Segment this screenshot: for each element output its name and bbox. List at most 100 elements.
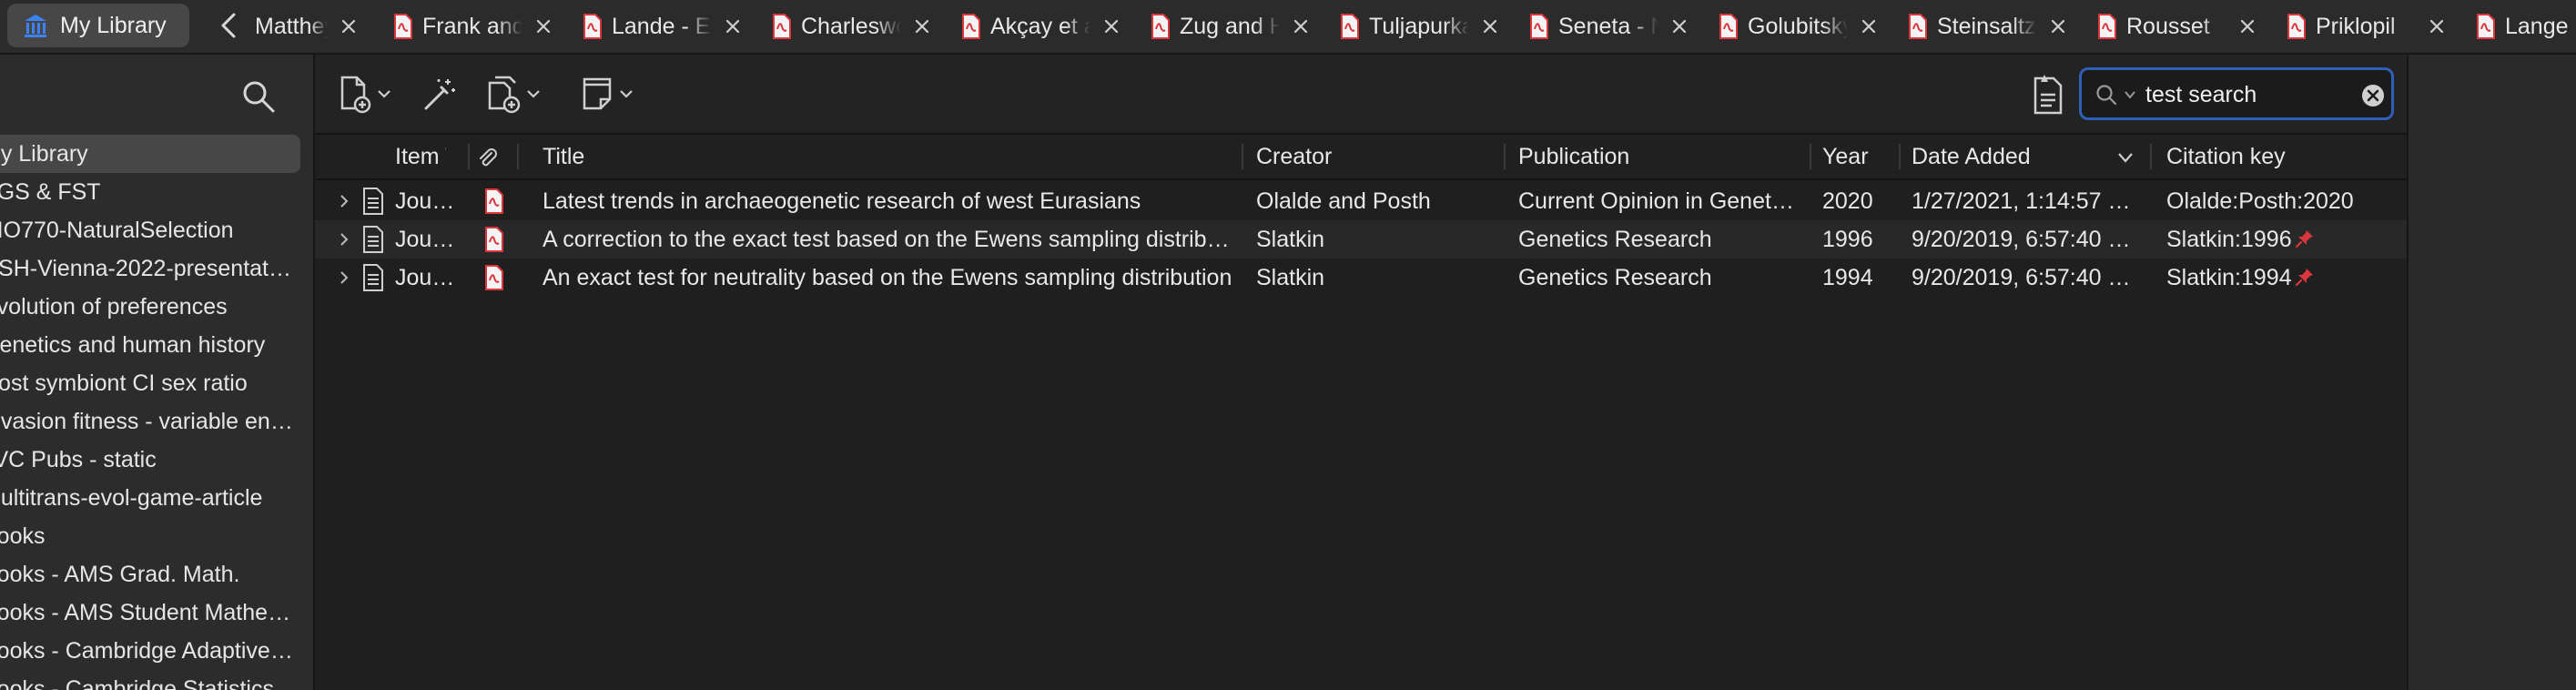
pdf-icon bbox=[962, 14, 980, 39]
column-header-publication[interactable]: Publication bbox=[1518, 135, 1791, 178]
cell-year: 1996 bbox=[1822, 227, 1873, 252]
note-icon bbox=[583, 77, 612, 110]
pin-icon[interactable] bbox=[2294, 228, 2316, 249]
reader-tab[interactable]: Rousset bbox=[2097, 0, 2285, 53]
reader-tab[interactable]: Steinsaltz bbox=[1908, 0, 2095, 53]
chevron-left-icon[interactable] bbox=[211, 7, 248, 44]
collection-item[interactable]: Books - AMS Grad. Math. bbox=[0, 555, 293, 594]
close-icon[interactable] bbox=[535, 18, 552, 35]
cell-date-added: 9/20/2019, 6:57:40 PM bbox=[1912, 227, 2139, 252]
column-divider[interactable] bbox=[1504, 144, 1506, 169]
reader-tab[interactable]: Zug and Ha bbox=[1151, 0, 1338, 53]
pdf-icon[interactable] bbox=[484, 265, 504, 290]
column-divider[interactable] bbox=[1899, 144, 1901, 169]
collection-item[interactable]: Host symbiont CI sex ratio bbox=[0, 364, 293, 402]
cell-citation-key: Slatkin:1994 bbox=[2166, 259, 2394, 297]
reader-tab[interactable]: Frank and bbox=[393, 0, 581, 53]
pdf-icon bbox=[583, 14, 602, 39]
column-divider[interactable] bbox=[468, 144, 470, 169]
paperclip-icon[interactable] bbox=[475, 146, 499, 169]
new-note-button[interactable] bbox=[579, 73, 634, 115]
column-header-item-type[interactable]: Item Type bbox=[395, 135, 446, 178]
search-input[interactable] bbox=[2145, 79, 2346, 110]
table-row[interactable]: Journal Article A correction to the exac… bbox=[315, 220, 2407, 259]
close-icon[interactable] bbox=[2050, 18, 2066, 35]
collection-item[interactable]: Evolution of preferences bbox=[0, 288, 293, 326]
close-icon[interactable] bbox=[1293, 18, 1309, 35]
reader-tab[interactable]: Lande - Evol bbox=[583, 0, 770, 53]
library-icon bbox=[25, 15, 46, 37]
collection-item[interactable]: Genetics and human history bbox=[0, 326, 293, 364]
reader-tab[interactable]: Akçay et al bbox=[961, 0, 1149, 53]
tab-my-library-label: My Library bbox=[60, 12, 167, 38]
tab-my-library[interactable]: My Library bbox=[7, 4, 189, 47]
reader-tab[interactable]: Lange bbox=[2476, 0, 2576, 53]
collection-item-my-library[interactable]: My Library bbox=[0, 135, 300, 173]
cell-item-type: Journal Article bbox=[395, 188, 459, 214]
chevron-right-icon[interactable] bbox=[337, 194, 351, 208]
cell-creator: Olalde and Posth bbox=[1256, 188, 1431, 214]
collection-item[interactable]: AGS & FST bbox=[0, 173, 293, 211]
collection-item[interactable]: BIO770-NaturalSelection bbox=[0, 211, 293, 249]
pdf-icon[interactable] bbox=[484, 227, 504, 252]
reader-tab[interactable]: Charlesworth bbox=[772, 0, 959, 53]
column-divider[interactable] bbox=[1810, 144, 1811, 169]
new-item-button[interactable] bbox=[337, 73, 391, 115]
collection-item[interactable]: Multitrans-evol-game-article bbox=[0, 479, 293, 517]
collection-item[interactable]: CSH-Vienna-2022-presentation bbox=[0, 249, 293, 288]
cell-publication: Current Opinion in Genetics & Developmen… bbox=[1518, 188, 1797, 214]
table-row[interactable]: Journal Article An exact test for neutra… bbox=[315, 259, 2407, 297]
column-header-title[interactable]: Title bbox=[543, 135, 1234, 178]
new-attachment-button[interactable] bbox=[486, 73, 541, 115]
reader-tab-label: Rousset bbox=[2126, 13, 2210, 39]
sort-descending-icon[interactable] bbox=[2117, 151, 2134, 164]
collections-pane: My Library AGS & FST BIO770-NaturalSelec… bbox=[0, 55, 315, 690]
reader-tab[interactable]: Tuljapurkar bbox=[1340, 0, 1527, 53]
close-icon[interactable] bbox=[1671, 18, 1688, 35]
close-icon[interactable] bbox=[1482, 18, 1498, 35]
column-header-citation-key[interactable]: Citation key bbox=[2166, 135, 2394, 178]
table-row[interactable]: Journal Article Latest trends in archaeo… bbox=[315, 182, 2407, 220]
column-header-creator[interactable]: Creator bbox=[1256, 135, 1493, 178]
column-header-year[interactable]: Year bbox=[1822, 135, 1895, 178]
add-by-identifier-button[interactable] bbox=[421, 73, 457, 115]
reader-tab[interactable]: Golubitsky bbox=[1719, 0, 1906, 53]
citation-key-text: Slatkin:1994 bbox=[2166, 265, 2292, 290]
column-divider[interactable] bbox=[2150, 144, 2152, 169]
locate-icon[interactable] bbox=[2026, 71, 2070, 118]
pin-icon[interactable] bbox=[2294, 266, 2316, 288]
clear-search-icon[interactable] bbox=[2360, 83, 2386, 108]
chevron-down-icon[interactable] bbox=[2124, 90, 2136, 99]
collection-item[interactable]: Books - AMS Student Mathematical Library bbox=[0, 594, 293, 632]
cell-item-type: Journal Article bbox=[395, 227, 459, 252]
collection-item[interactable]: Invasion fitness - variable environments bbox=[0, 402, 293, 441]
close-icon[interactable] bbox=[2239, 18, 2256, 35]
collection-item[interactable]: JVC Pubs - static bbox=[0, 441, 293, 479]
close-icon[interactable] bbox=[1103, 18, 1120, 35]
items-table-body: Journal Article Latest trends in archaeo… bbox=[315, 182, 2407, 297]
collection-item[interactable]: Books - Cambridge Adaptive Dynamics bbox=[0, 632, 293, 670]
new-item-icon bbox=[340, 76, 371, 114]
close-icon[interactable] bbox=[2429, 18, 2445, 35]
pdf-icon bbox=[773, 14, 791, 39]
reader-tab[interactable]: Seneta - Non bbox=[1529, 0, 1717, 53]
column-header-date-added[interactable]: Date Added bbox=[1912, 135, 2112, 178]
close-icon[interactable] bbox=[725, 18, 741, 35]
pdf-icon bbox=[1909, 14, 1927, 39]
search-icon[interactable] bbox=[238, 76, 279, 117]
close-icon[interactable] bbox=[340, 18, 357, 35]
column-divider[interactable] bbox=[517, 144, 519, 169]
search-icon[interactable] bbox=[2094, 83, 2118, 107]
cell-citation-key: Slatkin:1996 bbox=[2166, 220, 2394, 259]
close-icon[interactable] bbox=[1861, 18, 1877, 35]
column-divider[interactable] bbox=[1242, 144, 1243, 169]
pdf-icon[interactable] bbox=[484, 188, 504, 214]
reader-tab[interactable]: Priklopil bbox=[2287, 0, 2474, 53]
collection-item[interactable]: Books - Cambridge Statistics bbox=[0, 670, 293, 690]
close-icon[interactable] bbox=[914, 18, 930, 35]
chevron-right-icon[interactable] bbox=[337, 270, 351, 285]
search-box[interactable] bbox=[2079, 67, 2394, 120]
chevron-right-icon[interactable] bbox=[337, 232, 351, 247]
collection-item[interactable]: Books bbox=[0, 517, 293, 555]
cell-creator: Slatkin bbox=[1256, 265, 1325, 290]
